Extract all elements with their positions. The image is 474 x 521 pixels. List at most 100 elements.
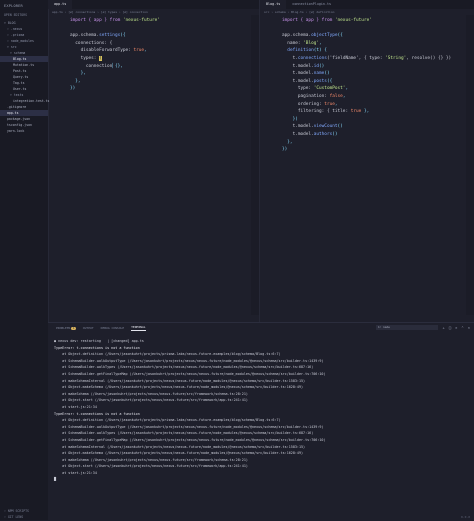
- code-line[interactable]: definition(t) {: [274, 47, 474, 55]
- terminal-line: █: [54, 477, 57, 482]
- close-panel-icon[interactable]: ✕: [468, 325, 470, 330]
- terminal-line: ● nexus dev: restarting | [changed] app.…: [54, 339, 144, 343]
- right-breadcrumb[interactable]: src › schema › Blog.ts › [ø] definition: [260, 9, 474, 15]
- code-line[interactable]: t.model.viewCount(): [274, 123, 474, 131]
- code-line[interactable]: t.model.authors(): [274, 131, 474, 139]
- terminal-select[interactable]: 1: node: [376, 325, 438, 330]
- code-line[interactable]: t.model.id(): [274, 63, 474, 71]
- code-line[interactable]: t.model.name(): [274, 70, 474, 78]
- code-token: ordering:: [282, 101, 325, 107]
- left-minimap[interactable]: [251, 15, 259, 315]
- code-token: connections: [297, 55, 327, 61]
- code-token: {},: [114, 63, 123, 69]
- code-token: t.: [282, 55, 298, 61]
- code-token: filtering: { title:: [282, 109, 351, 115]
- split-terminal-icon[interactable]: ◫: [449, 325, 451, 330]
- code-token: definition: [287, 48, 314, 54]
- code-token: ,: [144, 48, 147, 54]
- code-line[interactable]: types: {: [62, 55, 259, 63]
- code-token: ({: [120, 33, 126, 39]
- terminal-line: at Object.definition (/Users/jasonkuhrt/…: [54, 418, 281, 423]
- code-token: (): [319, 63, 325, 69]
- code-token: name: [313, 71, 325, 77]
- right-editor-pane: Blog.ts connectionPlugin.ts src › schema …: [260, 0, 474, 322]
- code-token: t.model.: [282, 131, 314, 137]
- code-line[interactable]: app.schema.objectType({: [274, 32, 474, 40]
- code-token: (): [332, 131, 338, 137]
- code-line[interactable]: connections: {: [62, 40, 259, 48]
- code-token: ('fieldName', { type:: [326, 55, 386, 61]
- code-line[interactable]: }): [62, 85, 259, 93]
- section-header[interactable]: OPEN EDITORS: [0, 10, 48, 20]
- maximize-panel-icon[interactable]: ⌃: [461, 325, 463, 330]
- tab-blog-ts[interactable]: Blog.ts: [260, 0, 287, 9]
- code-line[interactable]: disableForwardType: true,: [62, 47, 259, 55]
- code-token: ({: [337, 33, 343, 39]
- tab-debug-console[interactable]: DEBUG CONSOLE: [101, 326, 124, 330]
- sidebar-section-header[interactable]: › GIT LENS: [0, 514, 48, 520]
- code-line[interactable]: import { app } from 'nexus-future': [274, 17, 474, 25]
- code-line[interactable]: },: [62, 70, 259, 78]
- terminal-line: at makeSchemaInternal (/Users/jasonkuhrt…: [54, 444, 306, 449]
- code-line[interactable]: type: 'CustomPost',: [274, 85, 474, 93]
- tab-problems[interactable]: PROBLEMS 1: [56, 326, 76, 330]
- code-token: t.model.: [282, 71, 314, 77]
- code-line[interactable]: connection▏{},: [62, 63, 259, 71]
- code-token: t.model.: [282, 63, 314, 69]
- code-line[interactable]: pagination: false,: [274, 93, 474, 101]
- code-token: false: [329, 93, 343, 99]
- code-token: 'CustomPost': [313, 86, 346, 92]
- code-line[interactable]: name: 'Blog',: [274, 40, 474, 48]
- tab-connectionplugin-ts[interactable]: connectionPlugin.ts: [286, 0, 337, 9]
- code-line[interactable]: }): [274, 146, 474, 154]
- code-line[interactable]: [62, 25, 259, 33]
- file-tree: OPEN EDITORS ▾ BLOG › .nexus › .prisma › nod…: [0, 10, 49, 134]
- left-breadcrumb[interactable]: app.ts › [ø] connections › [ø] types › […: [48, 9, 259, 15]
- code-line[interactable]: }): [274, 116, 474, 124]
- code-token: connections: {: [70, 40, 113, 46]
- tab-app-ts[interactable]: app.ts: [48, 0, 73, 9]
- code-token: , resolve() {} }): [406, 55, 452, 61]
- terminal-line: at start.js:21:34: [54, 470, 97, 475]
- terminal-line: at SchemaBuilder.walkTypes (/Users/jason…: [54, 365, 314, 370]
- code-line[interactable]: t.connections('fieldName', { type: 'Stri…: [274, 55, 474, 63]
- terminal-line: TypeError: t.connections is not a functi…: [54, 411, 140, 416]
- tab-output[interactable]: OUTPUT: [83, 326, 94, 330]
- panel-tab-label: TERMINAL: [131, 324, 146, 329]
- code-line[interactable]: [274, 25, 474, 33]
- right-minimap[interactable]: [466, 15, 474, 315]
- code-token: }): [282, 147, 288, 153]
- code-token: import { app } from: [282, 18, 335, 23]
- code-token: t.model.: [282, 124, 314, 130]
- left-code-editor[interactable]: import { app } from 'nexus-future' app.sc…: [48, 17, 259, 93]
- code-token: ,: [345, 86, 349, 92]
- code-line[interactable]: import { app } from 'nexus-future': [62, 17, 259, 25]
- code-token: ,: [334, 101, 338, 107]
- code-token: types:: [70, 55, 100, 61]
- right-code-editor[interactable]: import { app } from 'nexus-future' app.sc…: [260, 17, 474, 154]
- code-line[interactable]: t.model.posts({: [274, 78, 474, 86]
- code-token: {: [99, 55, 102, 61]
- code-line[interactable]: filtering: { title: true },: [274, 108, 474, 116]
- code-line[interactable]: app.schema.settings({: [62, 32, 259, 40]
- sidebar-bottom-sections: › NPM SCRIPTS › GIT LENS: [0, 508, 48, 520]
- file-item[interactable]: yarn.lock: [0, 128, 48, 134]
- new-terminal-icon[interactable]: +: [443, 325, 445, 330]
- code-line[interactable]: ordering: true,: [274, 101, 474, 109]
- tab-terminal[interactable]: TERMINAL: [131, 324, 146, 331]
- terminal-output[interactable]: ● nexus dev: restarting | [changed] app.…: [48, 332, 474, 483]
- explorer-sidebar: EXPLORER OPEN EDITORS ▾ BLOG › .nexus › .pr…: [0, 0, 49, 520]
- code-token: name:: [282, 40, 304, 46]
- code-token: app.schema.: [70, 33, 100, 39]
- code-line[interactable]: },: [274, 139, 474, 147]
- code-line[interactable]: },: [62, 78, 259, 86]
- code-token: authors: [313, 131, 333, 137]
- terminal-line: at start.js:21:34: [54, 404, 97, 409]
- code-token: 'Blog': [303, 40, 320, 46]
- code-token: settings: [99, 33, 121, 39]
- code-token: },: [70, 71, 86, 77]
- panel-tab-label: OUTPUT: [82, 325, 94, 330]
- code-token: },: [282, 139, 293, 145]
- terminal-line: at makeSchemaInternal (/Users/jasonkuhrt…: [54, 378, 306, 383]
- kill-terminal-icon[interactable]: ✕: [455, 325, 457, 330]
